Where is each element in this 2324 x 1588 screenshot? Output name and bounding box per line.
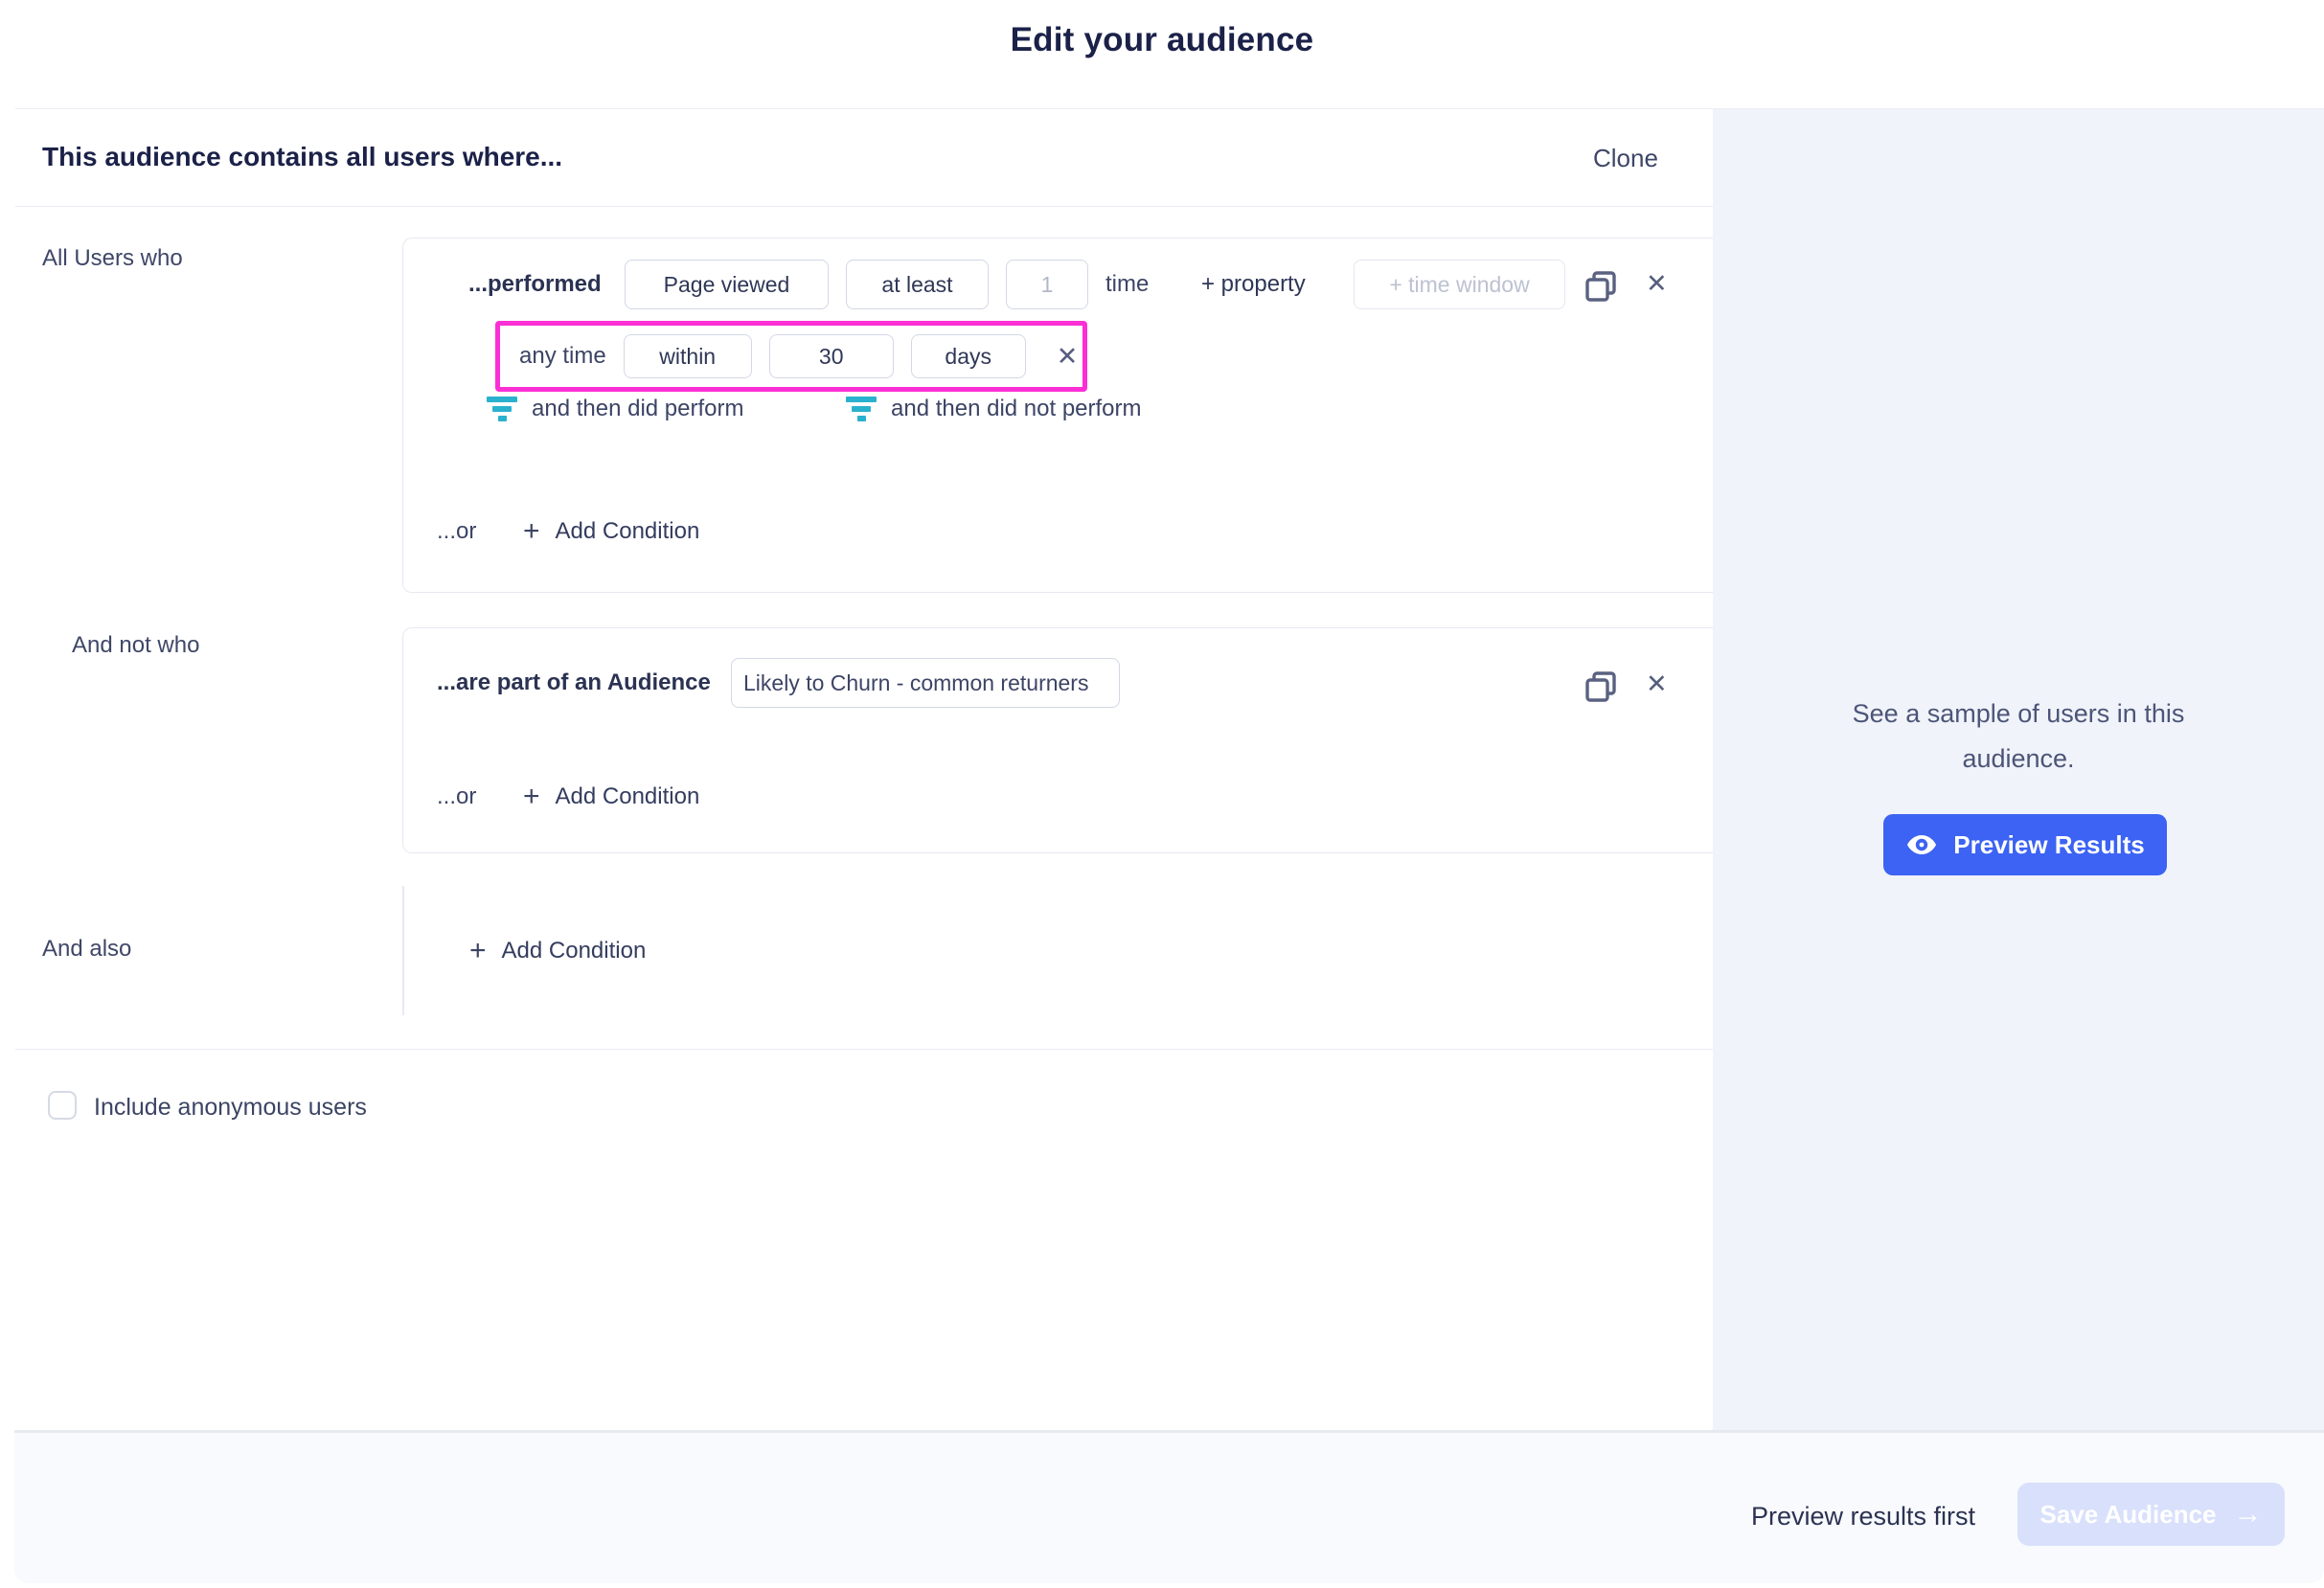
sidebar-description: See a sample of users in this audience.	[1713, 692, 2324, 782]
plus-icon: +	[523, 517, 540, 546]
add-condition-button[interactable]: + Add Condition	[523, 780, 699, 814]
within-select[interactable]: within	[624, 334, 752, 378]
plus-icon: +	[523, 783, 540, 811]
window-value-input[interactable]	[770, 335, 893, 377]
include-anonymous-checkbox[interactable]	[48, 1091, 77, 1120]
remove-condition-button[interactable]: ✕	[1646, 671, 1668, 697]
and-then-did-not-perform-link[interactable]: and then did not perform	[845, 396, 1142, 422]
funnel-icon	[845, 397, 877, 421]
content-divider	[15, 1049, 1713, 1050]
preview-first-hint: Preview results first	[1751, 1502, 1975, 1531]
add-time-window-button[interactable]: + time window	[1354, 260, 1565, 309]
any-time-label: any time	[519, 343, 606, 370]
arrow-right-icon: →	[2234, 1500, 2263, 1529]
and-also-guide-line	[402, 886, 404, 1015]
clone-button[interactable]: Clone	[1593, 144, 1658, 173]
plus-icon: +	[469, 937, 487, 965]
copy-icon	[1584, 669, 1618, 704]
funnel-icon	[486, 397, 518, 421]
performed-label: ...performed	[468, 260, 602, 309]
builder-heading: This audience contains all users where..…	[42, 142, 562, 172]
add-property-button[interactable]: + property	[1201, 260, 1306, 309]
close-icon: ✕	[1646, 669, 1668, 698]
include-anonymous-label: Include anonymous users	[94, 1094, 367, 1122]
time-label: time	[1105, 260, 1149, 309]
remove-time-window-button[interactable]: ✕	[1057, 344, 1079, 370]
audience-lead-label: ...are part of an Audience	[437, 658, 711, 708]
count-input-wrap	[1006, 260, 1088, 309]
time-window-row-highlighted: any time within days ✕	[495, 321, 1087, 392]
and-then-did-perform-link[interactable]: and then did perform	[486, 396, 743, 422]
operator-select[interactable]: at least	[846, 260, 989, 309]
add-condition-button[interactable]: + Add Condition	[523, 514, 699, 549]
preview-results-button[interactable]: Preview Results	[1883, 814, 2167, 875]
add-condition-button[interactable]: + Add Condition	[469, 934, 646, 968]
save-audience-button[interactable]: Save Audience →	[2017, 1483, 2285, 1546]
footer-bar	[14, 1430, 2324, 1583]
preview-results-label: Preview Results	[1953, 830, 2144, 860]
close-icon: ✕	[1646, 269, 1668, 298]
section-label-and-also: And also	[42, 936, 131, 963]
window-value-wrap	[769, 334, 894, 378]
audience-select[interactable]: Likely to Churn - common returners	[731, 658, 1120, 708]
page-title: Edit your audience	[0, 21, 2324, 59]
count-input[interactable]	[1007, 261, 1087, 308]
close-icon: ✕	[1057, 342, 1079, 371]
section-label-and-not-who: And not who	[72, 632, 199, 659]
header-divider	[15, 206, 1713, 207]
remove-condition-button[interactable]: ✕	[1646, 271, 1668, 297]
or-label: ...or	[437, 780, 476, 814]
condition-group-audience: ...are part of an Audience Likely to Chu…	[402, 627, 1713, 853]
or-label: ...or	[437, 514, 476, 549]
section-label-all-users-who: All Users who	[42, 245, 183, 272]
copy-icon	[1584, 269, 1618, 304]
eye-icon	[1905, 833, 1938, 856]
window-unit-select[interactable]: days	[911, 334, 1026, 378]
condition-group-performed: ...performed Page viewed at least time +…	[402, 238, 1713, 593]
duplicate-condition-button[interactable]	[1584, 669, 1618, 709]
event-select[interactable]: Page viewed	[625, 260, 829, 309]
edit-audience-modal: Edit your audience See a sample of users…	[0, 0, 2324, 1588]
duplicate-condition-button[interactable]	[1584, 269, 1618, 308]
